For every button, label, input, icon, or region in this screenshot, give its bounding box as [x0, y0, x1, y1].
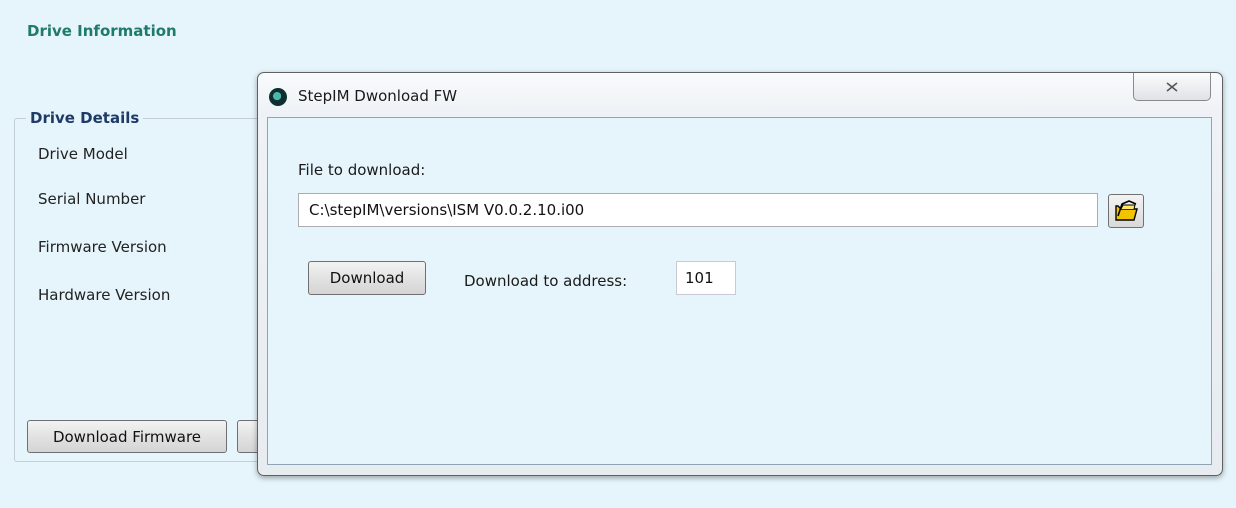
- download-firmware-button[interactable]: Download Firmware: [27, 420, 227, 453]
- dialog-title: StepIM Dwonload FW: [298, 87, 458, 105]
- drive-model-label: Drive Model: [38, 145, 128, 163]
- download-address-input[interactable]: 101: [676, 261, 736, 295]
- file-path-input[interactable]: C:\stepIM\versions\ISM V0.0.2.10.i00: [298, 193, 1098, 227]
- download-address-label: Download to address:: [464, 272, 628, 290]
- serial-number-label: Serial Number: [38, 190, 146, 208]
- folder-icon: [1115, 200, 1138, 221]
- steppim-logo-icon: [269, 88, 287, 106]
- dialog-content: File to download: C:\stepIM\versions\ISM…: [267, 117, 1212, 465]
- close-button[interactable]: [1133, 73, 1211, 101]
- download-fw-dialog: StepIM Dwonload FW File to download: C:\…: [257, 72, 1223, 476]
- close-icon: [1166, 81, 1178, 92]
- browse-button[interactable]: [1108, 194, 1144, 228]
- firmware-version-label: Firmware Version: [38, 238, 167, 256]
- drive-details-title: Drive Details: [26, 109, 144, 127]
- file-to-download-label: File to download:: [298, 161, 426, 179]
- hardware-version-label: Hardware Version: [38, 286, 171, 304]
- page-title: Drive Information: [27, 22, 177, 40]
- download-button[interactable]: Download: [308, 261, 426, 295]
